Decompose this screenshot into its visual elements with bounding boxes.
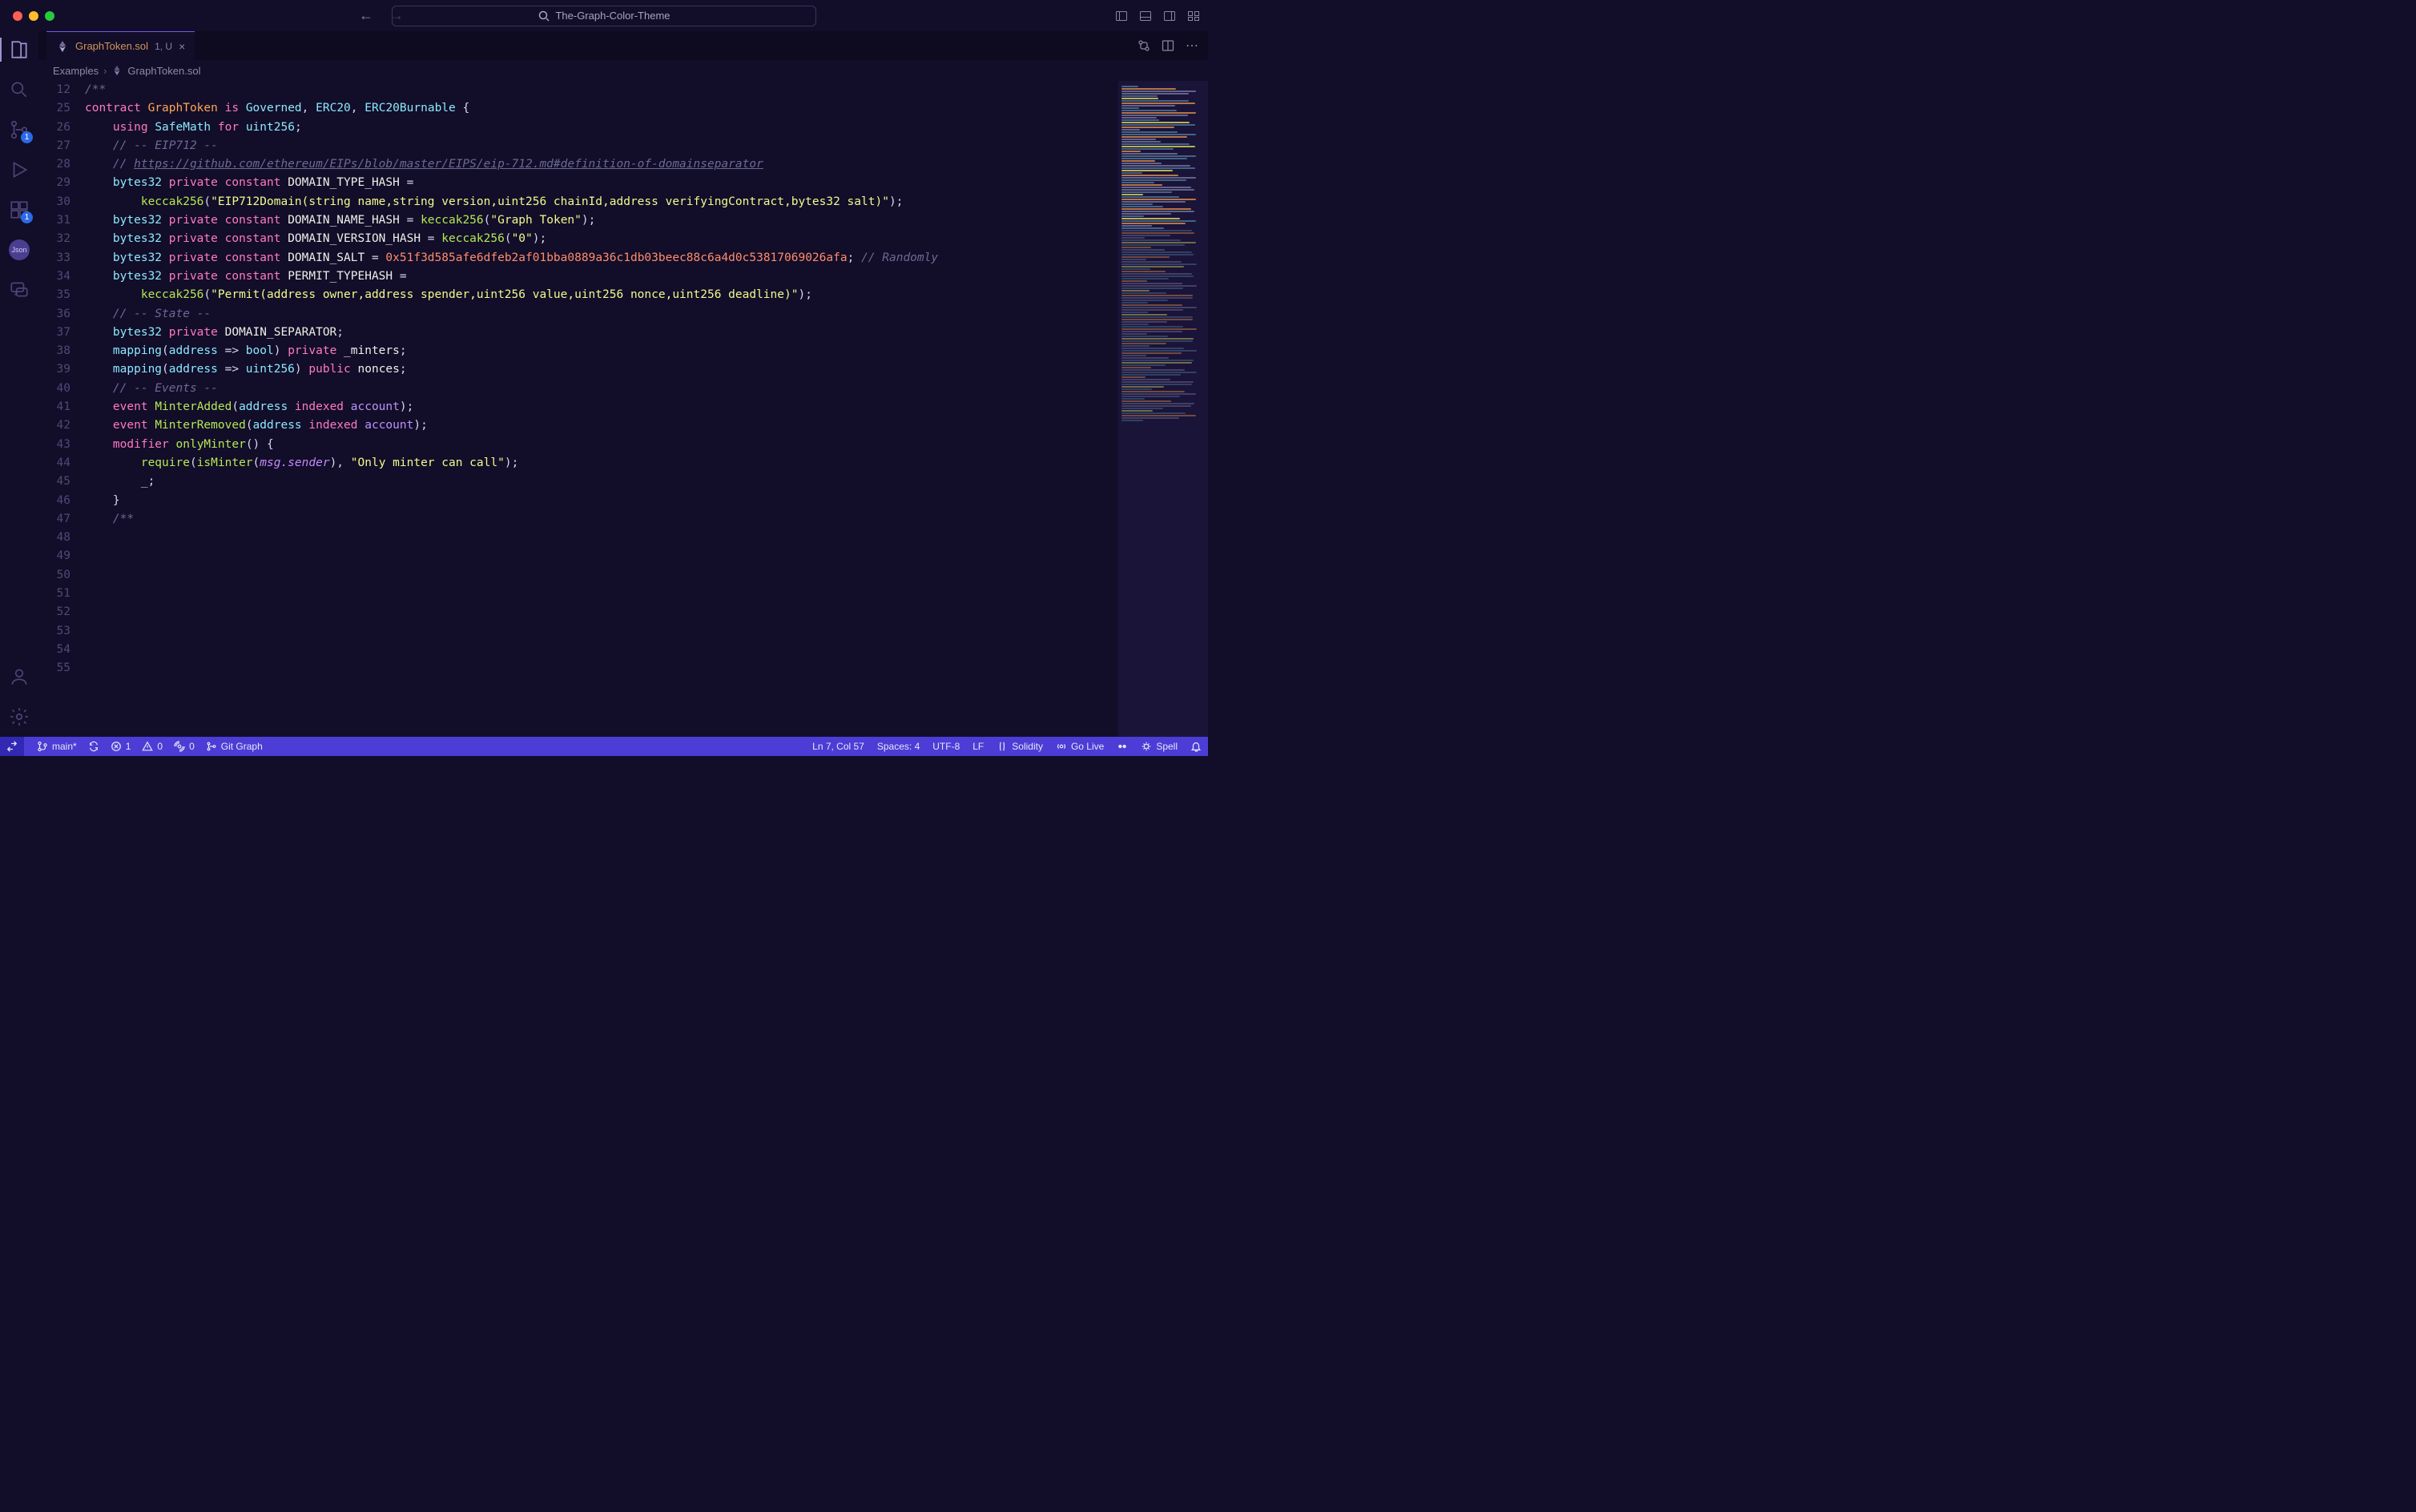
sync-button[interactable] (88, 741, 99, 752)
solidity-file-icon (56, 40, 69, 53)
compare-changes-icon[interactable] (1138, 39, 1150, 52)
chevron-right-icon: › (103, 65, 107, 77)
line-number-gutter: 1225262728293031323334353637383940414243… (38, 81, 85, 737)
copilot-icon[interactable] (1117, 741, 1128, 752)
split-editor-icon[interactable] (1162, 39, 1174, 52)
panel-left-icon[interactable] (1115, 10, 1128, 22)
scm-badge: 1 (21, 131, 33, 143)
code-content[interactable]: /**contract GraphToken is Governed, ERC2… (85, 81, 1118, 737)
accounts-icon[interactable] (9, 666, 30, 687)
errors-count[interactable]: 1 (111, 741, 131, 752)
more-actions-icon[interactable]: ⋯ (1186, 38, 1198, 54)
breadcrumb-file[interactable]: GraphToken.sol (127, 65, 200, 77)
breadcrumb[interactable]: Examples › GraphToken.sol (38, 60, 1208, 81)
activity-bar: 1 1 Json (0, 31, 38, 737)
titlebar: ← → The-Graph-Color-Theme (0, 0, 1208, 31)
indentation[interactable]: Spaces: 4 (877, 741, 920, 752)
notifications-icon[interactable] (1190, 741, 1202, 752)
spell-button[interactable]: Spell (1141, 741, 1178, 752)
warnings-count[interactable]: 0 (142, 741, 163, 752)
tab-close-icon[interactable]: × (179, 40, 185, 53)
tab-graphtoken[interactable]: GraphToken.sol 1, U × (46, 31, 195, 60)
window-minimize-button[interactable] (29, 11, 38, 21)
window-close-button[interactable] (13, 11, 22, 21)
cursor-position[interactable]: Ln 7, Col 57 (812, 741, 864, 752)
settings-gear-icon[interactable] (9, 706, 30, 727)
tab-modifier: 1, U (155, 41, 172, 52)
eol[interactable]: LF (972, 741, 984, 752)
command-center-text: The-Graph-Color-Theme (555, 10, 670, 22)
command-center[interactable]: The-Graph-Color-Theme (392, 6, 816, 26)
tab-filename: GraphToken.sol (75, 40, 148, 52)
git-branch[interactable]: main* (37, 741, 77, 752)
panel-bottom-icon[interactable] (1139, 10, 1152, 22)
solidity-file-icon (111, 65, 123, 76)
run-debug-icon[interactable] (9, 159, 30, 180)
chat-icon[interactable] (9, 279, 30, 300)
search-activity-icon[interactable] (9, 79, 30, 100)
source-control-icon[interactable]: 1 (9, 119, 30, 140)
window-maximize-button[interactable] (45, 11, 54, 21)
encoding[interactable]: UTF-8 (932, 741, 960, 752)
git-graph-button[interactable]: Git Graph (206, 741, 263, 752)
language-mode[interactable]: Solidity (997, 741, 1043, 752)
json-icon[interactable]: Json (9, 239, 30, 260)
editor-tabs: GraphToken.sol 1, U × ⋯ (38, 31, 1208, 60)
ports[interactable]: 0 (174, 741, 195, 752)
explorer-icon[interactable] (9, 39, 30, 60)
breadcrumb-folder[interactable]: Examples (53, 65, 99, 77)
code-editor[interactable]: 1225262728293031323334353637383940414243… (38, 81, 1118, 737)
minimap[interactable] (1118, 81, 1208, 737)
nav-back-icon[interactable]: ← (359, 7, 373, 24)
extensions-badge: 1 (21, 211, 33, 223)
go-live-button[interactable]: Go Live (1056, 741, 1104, 752)
layout-icon[interactable] (1187, 10, 1200, 22)
panel-right-icon[interactable] (1163, 10, 1176, 22)
remote-button[interactable] (0, 737, 24, 756)
extensions-icon[interactable]: 1 (9, 199, 30, 220)
search-icon (538, 10, 550, 22)
status-bar: main* 1 0 0 Git Graph Ln 7, Col 57 Space… (0, 737, 1208, 756)
